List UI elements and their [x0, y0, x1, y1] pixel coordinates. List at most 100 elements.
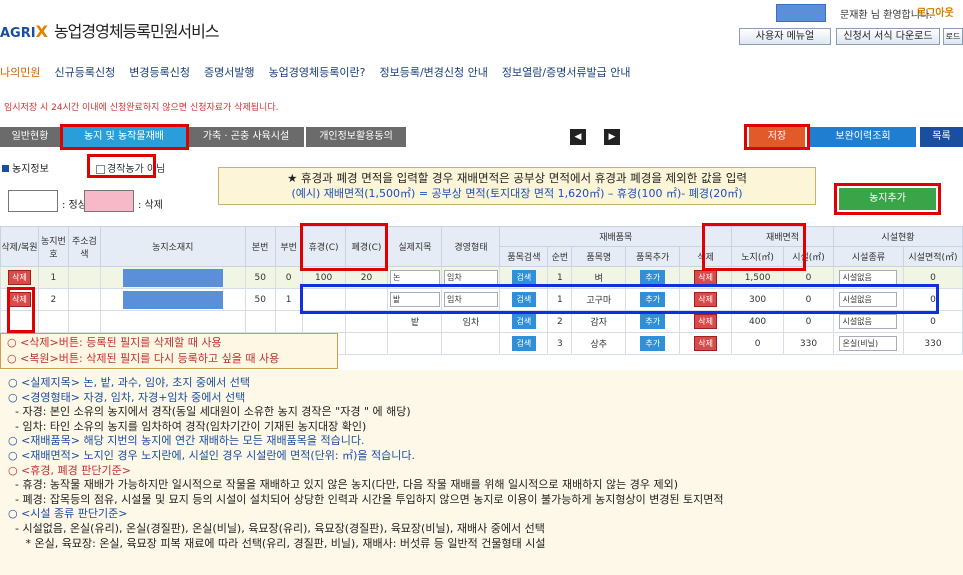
facility-type-select[interactable]: 시설없음 [839, 270, 898, 285]
list-button[interactable]: 목록 [920, 127, 963, 147]
logo[interactable]: AGRIX 농업경영체등록민원서비스 [0, 18, 220, 42]
user-name-box [776, 4, 826, 22]
sub-no-cell: 1 [274, 288, 303, 311]
header-crop-search: 품목검색 [499, 246, 549, 267]
highlight-first-row [300, 284, 939, 314]
facility-size-cell: 330 [902, 332, 963, 355]
main-no-cell: 50 [244, 266, 276, 289]
highlight-add-farmland [834, 183, 941, 215]
farmland-info-heading: 농지정보 [2, 160, 49, 175]
history-button[interactable]: 보완이력조회 [810, 127, 916, 147]
prev-arrow-icon[interactable]: ◀ [570, 129, 586, 145]
banner-line1: ★ 휴경과 폐경 면적을 입력할 경우 재배면적은 공부상 면적에서 휴경과 폐… [287, 171, 747, 185]
help-line: ○ <재배면적> 노지인 경우 노지란에, 시설인 경우 시설란에 면적(단위:… [8, 448, 415, 462]
header-crop-add: 품목추가 [625, 246, 681, 267]
delete-row-button[interactable]: 삭제 [8, 270, 31, 285]
nav-my-requests[interactable]: 나의민원 [0, 64, 40, 80]
tip-delete: ○ <삭제>버튼: 등록된 필지를 삭제할 때 사용 [7, 336, 222, 349]
header-land-type: 실제지목 [387, 226, 443, 267]
highlight-area [702, 223, 806, 271]
facility-area-input[interactable]: 330 [783, 332, 834, 355]
tab-livestock[interactable]: 가축 · 곤충 사육시설 [188, 127, 304, 147]
nav-certificate[interactable]: 증명서발행 [204, 64, 255, 80]
crop-delete-button[interactable]: 삭제 [694, 270, 718, 285]
header-manage-type: 경영형태 [441, 226, 501, 267]
header-del-restore: 삭제/복원 [0, 226, 39, 267]
tab-general[interactable]: 일반현황 [0, 127, 60, 147]
form-download-button[interactable]: 신청서 서식 다운로드 [836, 28, 940, 45]
land-type-cell [387, 332, 443, 355]
header-facility-size: 시설면적(㎡) [902, 246, 963, 267]
crop-search-button[interactable]: 검색 [511, 270, 537, 285]
header-addr-search: 주소검색 [67, 226, 101, 267]
facility-type-select[interactable]: 시설없음 [839, 314, 898, 329]
header-seq: 순번 [547, 246, 573, 267]
legend-normal-swatch [8, 190, 58, 212]
highlight-farmland-tab [60, 124, 189, 150]
delete-restore-tip: ○ <삭제>버튼: 등록된 필지를 삭제할 때 사용 ○ <복원>버튼: 삭제된… [0, 333, 338, 369]
banner-line2: (예시) 재배면적(1,500㎡) = 공부상 면적(토지대장 면적 1,620… [291, 187, 743, 200]
crop-add-button[interactable]: 추가 [640, 336, 666, 351]
help-line: - 시설없음, 온실(유리), 온실(경질판), 온실(비닐), 육묘장(유리)… [8, 521, 545, 535]
nav-register-guide[interactable]: 정보등록/변경신청 안내 [379, 64, 487, 80]
help-line: ○ <재배품목> 해당 지번의 농지에 연간 재배하는 모든 재배품목을 적습니… [8, 434, 365, 448]
help-line: ○ <휴경, 폐경 판단기준> [8, 463, 131, 477]
facility-type-select[interactable]: 온실(비닐) [839, 336, 898, 351]
nav-change-registration[interactable]: 변경등록신청 [129, 64, 190, 80]
farm-no-cell: 2 [37, 288, 69, 311]
help-line: ○ <실제지목> 논, 밭, 과수, 임야, 초지 중에서 선택 [8, 376, 251, 389]
header-main-no: 본번 [244, 226, 276, 267]
header-farm-no: 농지번호 [37, 226, 69, 267]
legend-deleted-swatch [84, 190, 134, 212]
parcel-location-block [122, 268, 223, 287]
manage-type-select[interactable]: 임차 [443, 270, 498, 285]
manage-type-cell [441, 332, 501, 355]
tab-consent[interactable]: 개인정보활용동의 [306, 127, 406, 147]
crop-add-button[interactable]: 추가 [640, 270, 666, 285]
main-nav: 나의민원 신규등록신청 변경등록신청 증명서발행 농업경영체등록이란? 정보등록… [0, 64, 631, 80]
header-facility-type: 시설종류 [832, 246, 904, 267]
header-location: 농지소재지 [99, 226, 246, 267]
crop-name-cell: 상추 [571, 332, 627, 355]
header-crop-name: 품목명 [571, 246, 627, 267]
help-panel: ○ <실제지목> 논, 밭, 과수, 임야, 초지 중에서 선택 ○ <경영형태… [0, 370, 963, 575]
help-line: ○ <시설 종류 판단기준> [8, 507, 128, 521]
crop-delete-button[interactable]: 삭제 [694, 314, 718, 329]
header-sub-no: 부번 [274, 226, 303, 267]
seq-cell: 3 [547, 332, 573, 355]
logout-link[interactable]: 로그아웃 [917, 4, 954, 19]
open-field-input[interactable]: 0 [731, 332, 785, 355]
crop-add-button[interactable]: 추가 [640, 314, 666, 329]
help-line: - 자경: 본인 소유의 농지에서 경작(동일 세대원이 소유한 농지 경작은 … [8, 405, 411, 419]
nav-view-guide[interactable]: 정보열람/증명서류발급 안내 [502, 64, 631, 80]
help-line: * 온실, 육묘장: 온실, 육묘장 피복 재료에 따라 선택(유리, 경질판,… [8, 536, 546, 550]
user-manual-button[interactable]: 사용자 메뉴얼 [739, 28, 831, 45]
help-line: - 휴경: 농작물 재배가 가능하지만 일시적으로 작물을 재배하고 있지 않은… [8, 478, 679, 492]
main-no-cell: 50 [244, 288, 276, 311]
help-line: ○ <경영형태> 자경, 임차, 자경+임차 중에서 선택 [8, 390, 246, 404]
highlight-fallow-abandon [300, 223, 388, 271]
crop-delete-button[interactable]: 삭제 [694, 336, 718, 351]
site-title: 농업경영체등록민원서비스 [53, 22, 220, 41]
tip-restore: ○ <복원>버튼: 삭제된 필지를 다시 등록하고 싶을 때 사용 [7, 352, 280, 365]
area-notice-banner: ★ 휴경과 폐경 면적을 입력할 경우 재배면적은 공부상 면적에서 휴경과 폐… [218, 167, 816, 205]
sub-no-cell: 0 [274, 266, 303, 289]
logo-prefix: AGRI [0, 26, 36, 41]
help-line: - 임차: 타인 소유의 농지를 임차하여 경작(임차기간이 기재된 농지대장 … [8, 419, 367, 433]
legend-deleted-label: : 삭제 [138, 200, 163, 211]
farmland-info-title: 농지정보 [12, 164, 49, 175]
nav-about[interactable]: 농업경영체등록이란? [269, 64, 366, 80]
highlight-save [744, 124, 810, 150]
nav-new-registration[interactable]: 신규등록신청 [54, 64, 115, 80]
highlight-delete [7, 287, 35, 333]
parcel-location-block [122, 290, 223, 309]
land-type-select[interactable]: 논 [389, 270, 440, 285]
farm-no-cell: 1 [37, 266, 69, 289]
highlight-not-farmer [87, 154, 156, 178]
crop-search-button[interactable]: 검색 [511, 314, 537, 329]
next-arrow-icon[interactable]: ▶ [604, 129, 620, 145]
crop-search-button[interactable]: 검색 [511, 336, 537, 351]
header-facility: 시설현황 [832, 226, 963, 247]
extra-button[interactable]: 로드 [943, 28, 963, 45]
temp-save-notice: 임시저장 시 24시간 이내에 신청완료하지 않으면 신청자료가 삭제됩니다. [4, 103, 279, 113]
